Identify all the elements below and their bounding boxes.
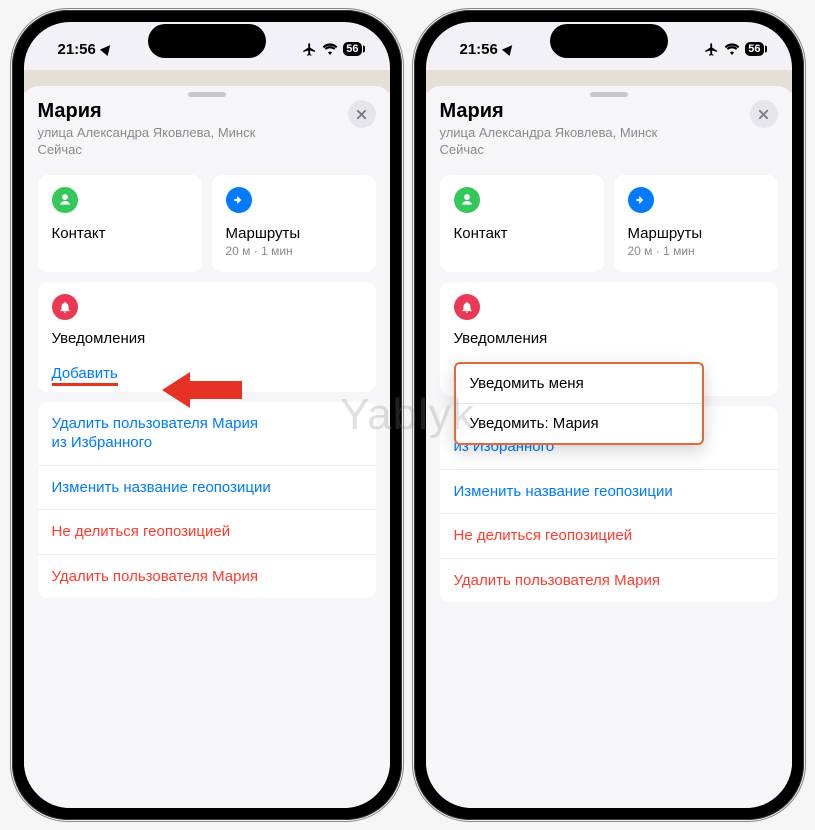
phone-mockup-left: 21:56 56 Мария улица Александра Я [12,10,402,820]
person-icon [454,187,480,213]
close-icon [758,109,769,120]
contact-card-label: Контакт [52,225,188,242]
contact-address: улица Александра Яковлева, МинскСейчас [440,125,658,159]
bottom-sheet: Мария улица Александра Яковлева, МинскСе… [426,86,792,808]
wifi-icon [322,43,338,55]
routes-card[interactable]: Маршруты 20 м · 1 мин [212,175,376,272]
notifications-section: Уведомления Добавить Уведомить меня Увед… [440,282,778,396]
contact-name: Мария [38,100,256,123]
rename-location-action[interactable]: Изменить название геопозиции [440,470,778,515]
contact-name: Мария [440,100,658,123]
stop-sharing-action[interactable]: Не делиться геопозицией [440,514,778,559]
actions-list: Удалить пользователя Марияиз Избранного … [38,402,376,599]
routes-card-sub: 20 м · 1 мин [628,244,764,258]
directions-icon [628,187,654,213]
battery-icon: 56 [745,42,763,56]
notify-contact-option[interactable]: Уведомить: Мария [456,404,702,443]
status-time: 21:56 [58,41,96,58]
close-button[interactable] [750,100,778,128]
location-arrow-icon [502,42,516,56]
wifi-icon [724,43,740,55]
screen: 21:56 56 Мария улица Александра Я [426,22,792,808]
screen: 21:56 56 Мария улица Александра Я [24,22,390,808]
remove-favorite-action[interactable]: Удалить пользователя Марияиз Избранного [38,402,376,466]
bottom-sheet: Мария улица Александра Яковлева, МинскСе… [24,86,390,808]
bell-icon [454,294,480,320]
routes-card-label: Маршруты [226,225,362,242]
battery-icon: 56 [343,42,361,56]
directions-icon [226,187,252,213]
contact-card[interactable]: Контакт [38,175,202,272]
bell-icon [52,294,78,320]
notifications-section: Уведомления Добавить [38,282,376,392]
annotation-arrow [162,372,242,408]
routes-card-sub: 20 м · 1 мин [226,244,362,258]
sheet-grabber[interactable] [590,92,628,97]
notifications-title: Уведомления [52,330,362,347]
location-arrow-icon [100,42,114,56]
airplane-icon [302,42,317,57]
stop-sharing-action[interactable]: Не делиться геопозицией [38,510,376,555]
routes-card-label: Маршруты [628,225,764,242]
remove-user-action[interactable]: Удалить пользователя Мария [440,559,778,603]
contact-card-label: Контакт [454,225,590,242]
airplane-icon [704,42,719,57]
rename-location-action[interactable]: Изменить название геопозиции [38,466,376,511]
status-time: 21:56 [460,41,498,58]
notify-me-option[interactable]: Уведомить меня [456,364,702,404]
routes-card[interactable]: Маршруты 20 м · 1 мин [614,175,778,272]
remove-user-action[interactable]: Удалить пользователя Мария [38,555,376,599]
add-notification-link[interactable]: Добавить [52,365,118,386]
contact-card[interactable]: Контакт [440,175,604,272]
close-button[interactable] [348,100,376,128]
dynamic-island [550,24,668,58]
notifications-title: Уведомления [454,330,764,347]
person-icon [52,187,78,213]
sheet-grabber[interactable] [188,92,226,97]
phone-mockup-right: 21:56 56 Мария улица Александра Я [414,10,804,820]
dynamic-island [148,24,266,58]
notification-popup: Уведомить меня Уведомить: Мария [454,362,704,445]
close-icon [356,109,367,120]
contact-address: улица Александра Яковлева, МинскСейчас [38,125,256,159]
